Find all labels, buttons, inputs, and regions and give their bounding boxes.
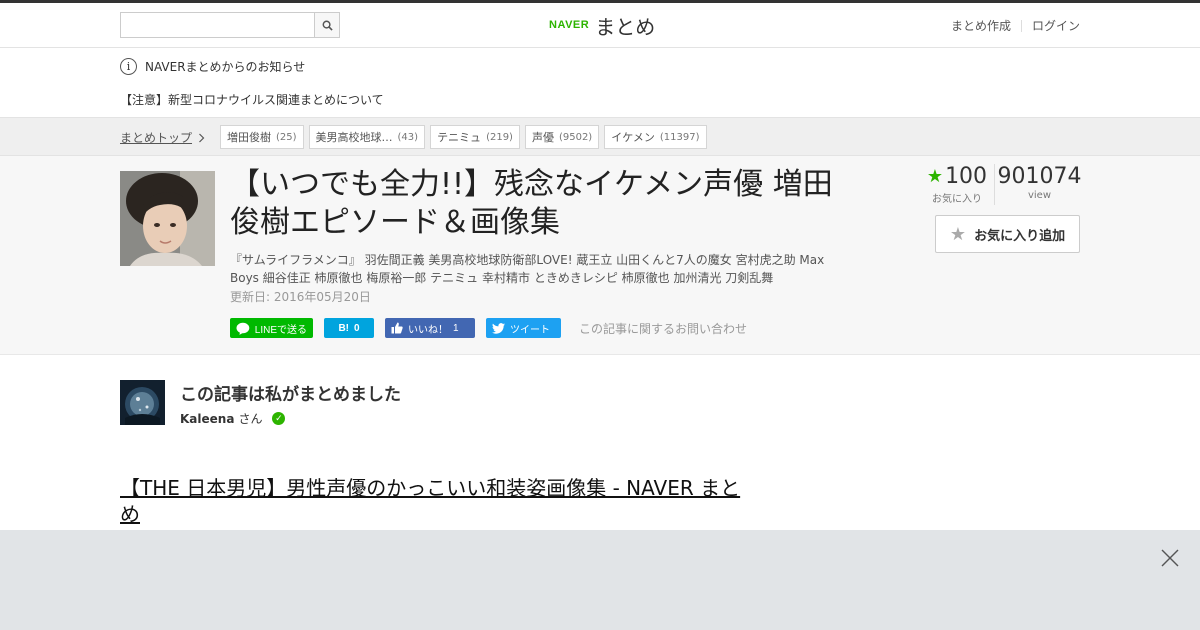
twitter-bird-icon (492, 322, 505, 334)
login-link[interactable]: ログイン (1032, 17, 1080, 34)
notice-heading: i NAVERまとめからのお知らせ (120, 58, 305, 75)
line-icon (236, 322, 250, 335)
add-favorite-label: お気に入り追加 (974, 228, 1066, 244)
logo-brand: NAVER (549, 19, 590, 31)
tag-list: 増田俊樹 (25) 美男高校地球… (43) テニミュ (219) 声優 (95… (220, 125, 707, 149)
article-thumbnail (120, 171, 215, 266)
hatena-bookmark-button[interactable]: B! 0 (324, 318, 374, 338)
close-icon (1161, 549, 1179, 567)
tag-item[interactable]: 美男高校地球… (43) (308, 125, 426, 149)
related-matome-link[interactable]: 【THE 日本男児】男性声優のかっこいい和装姿画像集 - NAVER まとめ (120, 475, 760, 527)
star-icon: ★ (926, 166, 944, 187)
facebook-thumb-icon (391, 322, 403, 334)
star-icon: ★ (949, 223, 967, 245)
inquiry-link[interactable]: この記事に関するお問い合わせ (579, 320, 747, 337)
divider (1020, 19, 1022, 32)
favorite-label: お気に入り (932, 194, 982, 205)
matome-top-label: まとめトップ (120, 131, 193, 145)
view-count: 901074 view (994, 164, 1082, 205)
tag-item[interactable]: イケメン (11397) (604, 125, 707, 149)
site-header: NAVER まとめ まとめ作成 ログイン (0, 3, 1200, 48)
hatena-count: 0 (354, 322, 360, 334)
tag-label: イケメン (611, 131, 655, 144)
line-share-button[interactable]: LINEで送る (230, 318, 313, 338)
view-label: view (1027, 190, 1052, 201)
add-favorite-button[interactable]: ★ お気に入り追加 (935, 215, 1080, 253)
notice-link[interactable]: 【注意】新型コロナウイルス関連まとめについて (120, 91, 384, 108)
info-icon: i (120, 58, 137, 75)
notice-section: i NAVERまとめからのお知らせ 【注意】新型コロナウイルス関連まとめについて (0, 48, 1200, 118)
matome-top-link[interactable]: まとめトップ (120, 129, 205, 146)
tag-count: (219) (486, 131, 513, 143)
favorite-number: 100 (945, 164, 988, 189)
facebook-like-count: 1 (453, 322, 459, 334)
ad-banner (0, 530, 1200, 630)
facebook-like-label: いいね！ (408, 324, 448, 336)
share-bar: LINEで送る B! 0 いいね！ 1 ツイート この記事に関するお問い合わせ (230, 318, 747, 338)
avatar-image (120, 380, 165, 425)
create-matome-link[interactable]: まとめ作成 (951, 17, 1011, 34)
tag-count: (25) (276, 131, 297, 143)
hatena-mark: B! (338, 322, 349, 334)
line-share-label: LINEで送る (254, 324, 307, 336)
view-number: 901074 (997, 164, 1082, 189)
portrait-image (120, 171, 215, 266)
notice-heading-text: NAVERまとめからのお知らせ (145, 60, 306, 74)
tag-item[interactable]: 増田俊樹 (25) (220, 125, 304, 149)
header-links: まとめ作成 ログイン (951, 17, 1080, 34)
chevron-right-icon (199, 133, 205, 142)
facebook-like-button[interactable]: いいね！ 1 (385, 318, 475, 338)
verified-check-icon: ✓ (272, 412, 286, 425)
search-icon (322, 20, 333, 31)
article-stats: ★ 100 お気に入り 901074 view (924, 164, 1082, 205)
logo-service: まとめ (595, 14, 656, 39)
curator-heading: この記事は私がまとめました (180, 385, 401, 405)
tag-item[interactable]: テニミュ (219) (430, 125, 520, 149)
close-button[interactable] (1160, 548, 1180, 568)
updated-date: 更新日: 2016年05月20日 (230, 290, 371, 304)
tag-label: 声優 (531, 131, 554, 144)
tag-label: 美男高校地球… (315, 131, 393, 144)
tag-count: (11397) (659, 131, 700, 143)
tag-item[interactable]: 声優 (9502) (524, 125, 600, 149)
article-header: 【いつでも全力!!】残念なイケメン声優 増田俊樹エピソード＆画像集 『サムライフ… (0, 156, 1200, 355)
tag-label: 増田俊樹 (227, 131, 271, 144)
article-title: 【いつでも全力!!】残念なイケメン声優 増田俊樹エピソード＆画像集 (230, 167, 833, 240)
tag-label: テニミュ (437, 131, 482, 144)
breadcrumb: まとめトップ 増田俊樹 (25) 美男高校地球… (43) テニミュ (219)… (0, 118, 1200, 156)
naver-matome-logo[interactable]: NAVER まとめ (549, 11, 655, 39)
favorite-count: ★ 100 お気に入り (924, 164, 994, 205)
curator-name[interactable]: Kaleena (180, 412, 234, 426)
curator-suffix: さん (238, 412, 263, 426)
article-keywords: 『サムライフラメンコ』 羽佐間正義 美男高校地球防衛部LOVE! 蔵王立 山田く… (230, 253, 825, 285)
tweet-label: ツイート (510, 324, 550, 336)
tweet-button[interactable]: ツイート (486, 318, 561, 338)
search-input[interactable] (121, 13, 315, 37)
curator-name-line: Kaleena さん ✓ (180, 410, 286, 427)
search-box (120, 12, 340, 38)
tag-count: (43) (397, 131, 419, 143)
avatar[interactable] (120, 380, 165, 425)
search-button[interactable] (314, 13, 339, 37)
tag-count: (9502) (558, 131, 593, 143)
